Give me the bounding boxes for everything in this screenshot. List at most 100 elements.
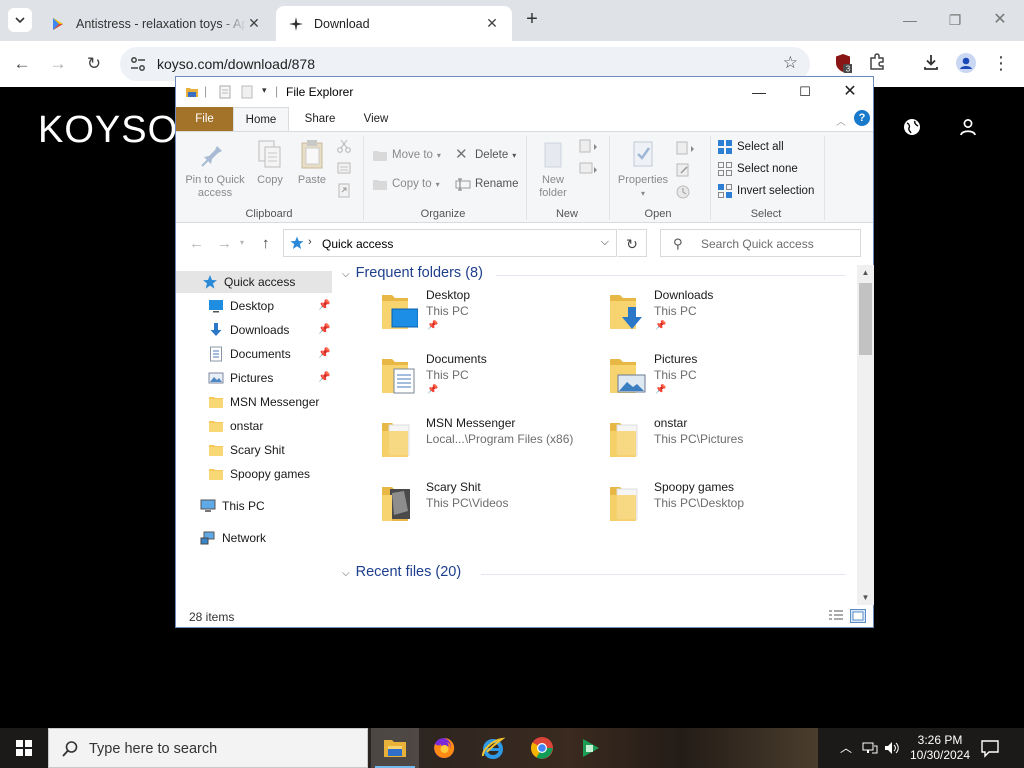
download-icon[interactable] [920,53,942,75]
minimize-button[interactable]: — [895,8,925,32]
explorer-address-bar[interactable]: › Quick access ⌵ [283,229,617,257]
open-icon[interactable] [675,140,697,156]
ribbon-tab-home[interactable]: Home [233,107,289,131]
bookmark-star-icon[interactable]: ☆ [783,53,798,73]
nav-network[interactable]: Network [200,527,266,549]
explorer-maximize-button[interactable]: ☐ [782,79,828,105]
ublock-extension-icon[interactable]: 3 [832,53,854,75]
scroll-up-arrow-icon[interactable]: ▲ [857,265,874,280]
nav-item-onstar[interactable]: onstar [208,415,263,437]
history-icon[interactable] [675,184,691,200]
taskbar-chrome[interactable] [518,728,566,768]
volume-icon[interactable] [884,740,900,756]
explorer-back-button[interactable]: ← [189,235,204,252]
profile-avatar-icon[interactable] [955,53,977,75]
cut-icon[interactable] [336,138,352,154]
select-all-button[interactable]: Select all [717,138,784,156]
nav-item-spoopy-games[interactable]: Spoopy games [208,463,310,485]
copy-path-icon[interactable] [336,160,352,176]
nav-this-pc[interactable]: This PC [200,495,265,517]
forward-button[interactable]: → [45,51,71,77]
browser-tab-antistress[interactable]: Antistress - relaxation toys - Ap ✕ [38,6,274,41]
scroll-down-arrow-icon[interactable]: ▼ [857,590,874,605]
explorer-forward-button[interactable]: → [217,235,232,252]
folder-tile-documents[interactable]: Documents This PC 📌 [372,349,598,409]
folder-tile-scary-shit[interactable]: Scary Shit This PC\Videos [372,477,598,537]
copy-button[interactable]: Copy [254,138,286,187]
explorer-minimize-button[interactable]: — [736,79,782,105]
extensions-puzzle-icon[interactable] [866,53,888,75]
new-tab-button[interactable]: + [520,8,544,32]
nav-item-downloads[interactable]: Downloads [208,319,289,341]
nav-item-msn-messenger[interactable]: MSN Messenger [208,391,319,413]
explorer-close-button[interactable]: ✕ [827,79,873,105]
folder-tile-onstar[interactable]: onstar This PC\Pictures [600,413,826,473]
show-hidden-icons-chevron-icon[interactable]: ︿ [838,740,854,756]
paste-button[interactable]: Paste [294,138,330,187]
close-tab-icon[interactable]: ✕ [246,15,262,32]
back-button[interactable]: ← [9,51,35,77]
globe-icon[interactable] [902,117,922,137]
nav-item-scary-shit[interactable]: Scary Shit [208,439,285,461]
breadcrumb-chevron-icon[interactable]: › [308,236,312,248]
network-status-icon[interactable] [862,740,878,756]
recent-locations-icon[interactable]: ▾ [240,238,244,247]
site-logo[interactable]: KOYSO [38,109,178,152]
folder-tile-spoopy-games[interactable]: Spoopy games This PC\Desktop [600,477,826,537]
reload-button[interactable]: ↻ [81,51,107,77]
new-folder-button[interactable]: New folder [533,138,573,200]
copy-to-button[interactable]: Copy to ▾ [372,175,440,193]
vertical-scrollbar[interactable]: ▲ ▼ [857,265,874,605]
folder-tile-pictures[interactable]: Pictures This PC 📌 [600,349,826,409]
up-one-level-button[interactable]: ↑ [262,235,270,252]
properties-qat-icon[interactable] [218,85,232,99]
nav-item-pictures[interactable]: Pictures [208,367,273,389]
folder-tile-desktop[interactable]: Desktop This PC 📌 [372,285,598,345]
taskbar-file-explorer[interactable] [371,728,419,768]
ribbon-tab-file[interactable]: File [176,107,233,131]
scroll-thumb[interactable] [859,283,872,355]
large-icons-view-icon[interactable] [850,609,866,623]
address-dropdown-icon[interactable]: ⌵ [601,236,609,249]
select-none-button[interactable]: Select none [717,160,798,178]
more-menu-icon[interactable]: ⋮ [990,53,1012,75]
user-icon[interactable] [958,117,978,137]
notifications-icon[interactable] [980,738,1000,758]
details-view-icon[interactable] [828,609,844,623]
paste-shortcut-icon[interactable] [336,182,352,198]
properties-button[interactable]: Properties ▾ [614,138,672,200]
qat-dropdown-icon[interactable]: ▾ [262,85,267,96]
recent-files-header[interactable]: ⌵ Recent files (20) [342,564,461,580]
move-to-button[interactable]: Move to ▾ [372,146,441,164]
new-item-icon[interactable] [578,138,600,154]
explorer-search-input[interactable]: ⚲ Search Quick access [660,229,861,257]
refresh-button[interactable]: ↻ [618,229,647,257]
ribbon-tab-share[interactable]: Share [292,107,348,131]
nav-quick-access[interactable]: Quick access [176,271,332,293]
taskbar-search-box[interactable]: Type here to search [48,728,368,768]
invert-selection-button[interactable]: Invert selection [717,182,814,200]
folder-tile-msn-messenger[interactable]: MSN Messenger Local...\Program Files (x8… [372,413,598,473]
easy-access-icon[interactable] [578,160,600,176]
taskbar-media-app[interactable] [567,728,615,768]
folder-tile-downloads[interactable]: Downloads This PC 📌 [600,285,826,345]
start-button[interactable] [0,728,48,768]
explorer-title-bar[interactable]: | ▾ | File Explorer — ☐ ✕ [176,77,873,107]
nav-item-documents[interactable]: Documents [208,343,291,365]
system-clock[interactable]: 3:26 PM 10/30/2024 [904,733,976,763]
nav-item-desktop[interactable]: Desktop [208,295,274,317]
frequent-folders-header[interactable]: ⌵ Frequent folders (8) [342,265,483,281]
ribbon-tab-view[interactable]: View [348,107,404,131]
taskbar-firefox[interactable] [420,728,468,768]
taskbar-internet-explorer[interactable] [469,728,517,768]
edit-icon[interactable] [675,162,691,178]
tab-search-button[interactable] [8,8,32,32]
browser-tab-download[interactable]: Download ✕ [276,6,512,41]
site-info-icon[interactable] [129,55,147,73]
rename-button[interactable]: Rename [455,175,518,193]
delete-button[interactable]: ✕ Delete ▾ [455,146,516,164]
help-icon[interactable]: ? [854,110,870,126]
pin-to-quick-access-button[interactable]: Pin to Quick access [182,138,248,200]
restore-button[interactable]: ❐ [940,8,970,32]
close-tab-icon[interactable]: ✕ [484,15,500,32]
